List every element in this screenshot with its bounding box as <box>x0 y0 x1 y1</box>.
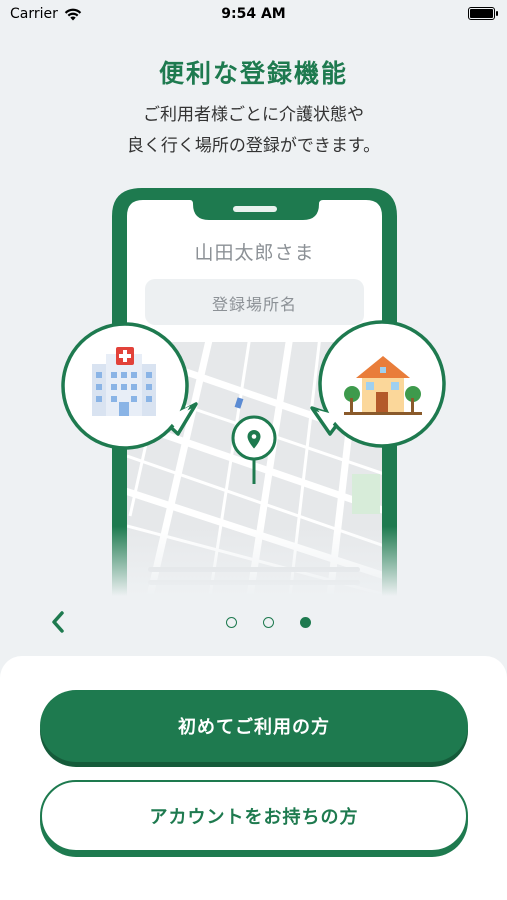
page-dot-3-active[interactable] <box>300 617 311 628</box>
page-dot-1[interactable] <box>226 617 237 628</box>
page-dot-2[interactable] <box>263 617 274 628</box>
existing-account-button[interactable]: アカウントをお持ちの方 <box>40 780 468 852</box>
page-title: 便利な登録機能 <box>158 59 348 88</box>
page-description: ご利用者様ごとに介護状態や 良く行く場所の登録ができます。 <box>0 100 507 162</box>
status-bar: Carrier 9:54 AM <box>0 0 507 30</box>
speaker-grille <box>233 206 277 212</box>
description-line-1: ご利用者様ごとに介護状態や <box>143 105 364 125</box>
battery-icon <box>468 7 498 20</box>
first-time-user-button[interactable]: 初めてご利用の方 <box>40 690 468 762</box>
phone-illustration: 山田太郎さま 登録場所名 <box>0 186 507 596</box>
user-name-label: 山田太郎さま <box>194 242 315 264</box>
description-line-2: 良く行く場所の登録ができます。 <box>126 136 381 156</box>
status-time: 9:54 AM <box>221 6 286 22</box>
page-indicator <box>0 617 507 628</box>
place-name-field: 登録場所名 <box>211 295 297 314</box>
